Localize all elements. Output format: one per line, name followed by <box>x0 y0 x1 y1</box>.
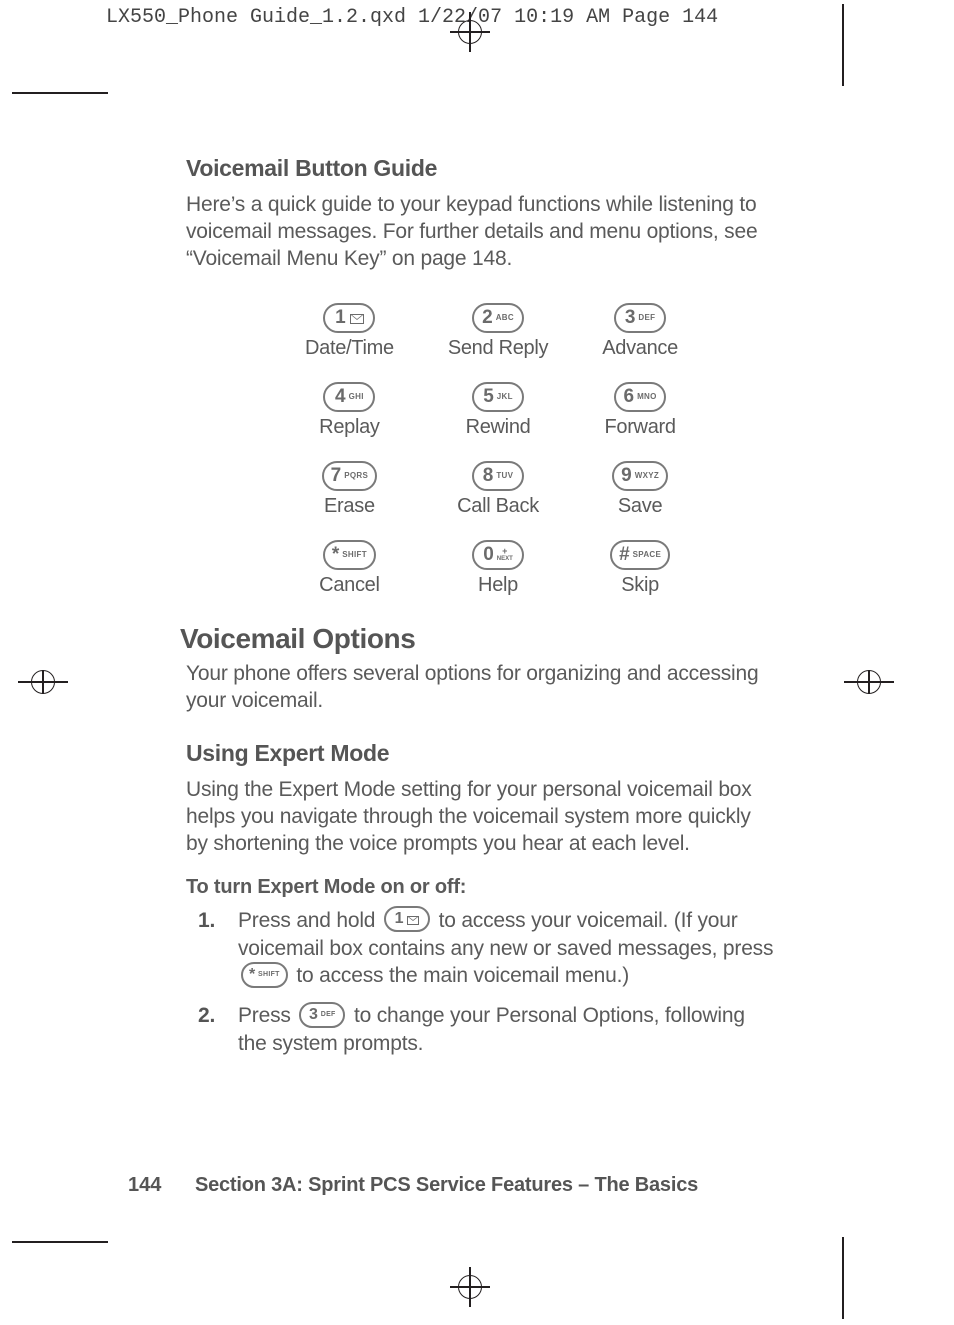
key-digit: 7 <box>331 466 342 485</box>
paragraph-voicemail-options: Your phone offers several options for or… <box>186 661 776 715</box>
key-star-digit: * <box>249 967 255 983</box>
keypad-grid: 1Date/Time2ABCSend Reply3DEFAdvance4GHIR… <box>305 303 657 597</box>
key-sub-stack: +NEXT <box>497 547 513 562</box>
keycell-hash: #SPACE Skip <box>610 540 670 597</box>
step-2-text-a: Press <box>238 1004 296 1027</box>
key-digit: 2 <box>482 308 493 327</box>
key-label: Save <box>612 495 668 518</box>
key-digit: 3 <box>625 308 636 327</box>
key-3-icon: 3 DEF <box>299 1002 345 1028</box>
registration-mark-top <box>450 12 490 52</box>
key-label: Advance <box>602 337 678 360</box>
key-1-icon: 1 <box>384 906 430 932</box>
key-sub: + <box>502 547 507 556</box>
keycell-4: 4GHI Replay <box>319 382 379 439</box>
key-label: Rewind <box>466 416 531 439</box>
key-sub: PQRS <box>344 472 368 480</box>
heading-voicemail-button-guide: Voicemail Button Guide <box>186 155 776 182</box>
keycell-star: *SHIFT Cancel <box>319 540 379 597</box>
key-sub: WXYZ <box>635 472 659 480</box>
key-1-icon: 1 <box>323 303 375 333</box>
keycell-2: 2ABC Send Reply <box>448 303 548 360</box>
key-digit: 6 <box>624 387 635 406</box>
key-3-digit: 3 <box>309 1007 318 1023</box>
keycell-0: 0+NEXTHelp <box>472 540 524 597</box>
key-sub2: NEXT <box>497 556 513 562</box>
key-5-icon: 5JKL <box>472 382 524 412</box>
step-1-text-c: to access the main voicemail menu.) <box>296 964 629 987</box>
keycell-8: 8TUV Call Back <box>457 461 539 518</box>
key-digit: 5 <box>483 387 494 406</box>
key-7-icon: 7PQRS <box>322 461 377 491</box>
directive-expert-mode-toggle: To turn Expert Mode on or off: <box>186 876 776 899</box>
page-footer: 144 Section 3A: Sprint PCS Service Featu… <box>128 1174 698 1197</box>
keycell-7: 7PQRS Erase <box>322 461 377 518</box>
key-digit: * <box>332 545 339 564</box>
key-star-icon: *SHIFT <box>323 540 376 570</box>
key-8-icon: 8TUV <box>472 461 524 491</box>
keycell-3: 3DEF Advance <box>602 303 678 360</box>
step-1: Press and hold 1 to access your voicemai… <box>198 907 776 990</box>
key-sub: SHIFT <box>342 551 367 559</box>
page-number: 144 <box>128 1174 161 1196</box>
key-digit: 9 <box>621 466 632 485</box>
key-digit: 0 <box>483 545 494 564</box>
step-1-text-a: Press and hold <box>238 909 381 932</box>
key-sub: TUV <box>496 472 513 480</box>
footer-text: Section 3A: Sprint PCS Service Features … <box>195 1174 698 1196</box>
paragraph-voicemail-button-guide: Here’s a quick guide to your keypad func… <box>186 192 776 273</box>
key-0-icon: 0+NEXT <box>472 540 524 570</box>
key-star-sub: SHIFT <box>258 971 280 978</box>
registration-mark-right <box>844 662 894 702</box>
paragraph-using-expert-mode: Using the Expert Mode setting for your p… <box>186 777 776 858</box>
key-4-icon: 4GHI <box>323 382 375 412</box>
key-star-icon: * SHIFT <box>241 962 288 988</box>
key-label: Help <box>472 574 524 597</box>
key-digit: 8 <box>483 466 494 485</box>
key-sub: DEF <box>638 314 655 322</box>
key-1-digit: 1 <box>395 911 404 927</box>
envelope-icon <box>350 314 364 324</box>
key-6-icon: 6MNO <box>614 382 666 412</box>
key-label: Date/Time <box>305 337 394 360</box>
key-2-icon: 2ABC <box>472 303 524 333</box>
key-digit: # <box>619 545 630 564</box>
registration-mark-bottom <box>450 1267 490 1307</box>
steps-list: Press and hold 1 to access your voicemai… <box>198 907 776 1058</box>
key-9-icon: 9WXYZ <box>612 461 668 491</box>
key-label: Cancel <box>319 574 379 597</box>
key-label: Call Back <box>457 495 539 518</box>
key-sub: MNO <box>637 393 657 401</box>
key-label: Forward <box>604 416 675 439</box>
key-sub: ABC <box>496 314 514 322</box>
key-label: Skip <box>610 574 670 597</box>
print-job-header: LX550_Phone Guide_1.2.qxd 1/22/07 10:19 … <box>106 6 718 29</box>
key-3-icon: 3DEF <box>614 303 666 333</box>
key-label: Send Reply <box>448 337 548 360</box>
key-label: Replay <box>319 416 379 439</box>
keycell-5: 5JKL Rewind <box>466 382 531 439</box>
key-sub: SPACE <box>633 551 661 559</box>
registration-mark-left <box>18 662 68 702</box>
keycell-9: 9WXYZ Save <box>612 461 668 518</box>
key-sub: GHI <box>349 393 364 401</box>
keycell-1: 1 Date/Time <box>305 303 394 360</box>
heading-voicemail-options: Voicemail Options <box>180 623 776 655</box>
keycell-6: 6MNO Forward <box>604 382 675 439</box>
step-2: Press 3 DEF to change your Personal Opti… <box>198 1002 776 1057</box>
envelope-icon <box>407 916 419 925</box>
key-3-sub: DEF <box>321 1011 336 1018</box>
key-hash-icon: #SPACE <box>610 540 670 570</box>
key-digit: 1 <box>335 308 346 327</box>
key-sub: JKL <box>497 393 513 401</box>
key-digit: 4 <box>335 387 346 406</box>
heading-using-expert-mode: Using Expert Mode <box>186 740 776 767</box>
key-label: Erase <box>322 495 377 518</box>
